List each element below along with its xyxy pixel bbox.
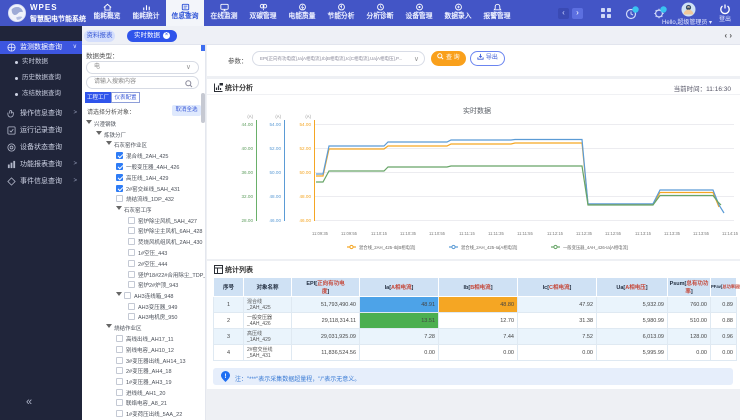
svg-text:28.00: 28.00 bbox=[242, 218, 254, 223]
svg-text:44.00: 44.00 bbox=[242, 122, 254, 127]
svg-text:36.00: 36.00 bbox=[242, 170, 254, 175]
svg-text:11:12:55: 11:12:55 bbox=[605, 231, 622, 236]
svg-text:!: ! bbox=[224, 373, 226, 380]
svg-text:52.00: 52.00 bbox=[270, 146, 282, 151]
svg-text:11:11:55: 11:11:55 bbox=[517, 231, 533, 236]
svg-text:50.00: 50.00 bbox=[270, 170, 282, 175]
svg-text:11:12:35: 11:12:35 bbox=[576, 231, 593, 236]
svg-text:48.00: 48.00 bbox=[300, 194, 312, 199]
svg-text:11:11:15: 11:11:15 bbox=[459, 231, 475, 236]
svg-text:46.00: 46.00 bbox=[270, 218, 282, 223]
svg-text:11:11:35: 11:11:35 bbox=[488, 231, 504, 236]
svg-text:54.00: 54.00 bbox=[300, 122, 312, 127]
svg-text:11:10:15: 11:10:15 bbox=[371, 231, 388, 236]
svg-text:32.00: 32.00 bbox=[242, 194, 254, 199]
svg-text:11:10:35: 11:10:35 bbox=[400, 231, 417, 236]
svg-text:11:10:55: 11:10:55 bbox=[429, 231, 446, 236]
svg-text:52.00: 52.00 bbox=[300, 146, 312, 151]
svg-text:(A): (A) bbox=[247, 114, 253, 119]
svg-text:48.00: 48.00 bbox=[270, 194, 282, 199]
svg-text:(A): (A) bbox=[305, 114, 311, 119]
svg-text:一般变压器_4AH_426-Ia[A相电流]: 一般变压器_4AH_426-Ia[A相电流] bbox=[563, 244, 628, 251]
svg-text:11:13:55: 11:13:55 bbox=[693, 231, 710, 236]
svg-text:11:14:15: 11:14:15 bbox=[722, 231, 739, 236]
svg-text:11:12:15: 11:12:15 bbox=[547, 231, 564, 236]
svg-text:50.00: 50.00 bbox=[300, 170, 312, 175]
svg-text:11:09:55: 11:09:55 bbox=[341, 231, 358, 236]
svg-text:46.00: 46.00 bbox=[300, 218, 312, 223]
svg-text:40.00: 40.00 bbox=[242, 146, 254, 151]
svg-text:实时数据: 实时数据 bbox=[463, 106, 491, 115]
svg-text:11:09:35: 11:09:35 bbox=[312, 231, 329, 236]
svg-text:混合线_2AH_425-Ia[A相电流]: 混合线_2AH_425-Ia[A相电流] bbox=[461, 244, 517, 251]
svg-text:54.00: 54.00 bbox=[270, 122, 282, 127]
svg-text:混合线_2AH_425-Ib[B相电流]: 混合线_2AH_425-Ib[B相电流] bbox=[359, 244, 415, 251]
svg-text:(A): (A) bbox=[275, 114, 281, 119]
svg-text:11:13:35: 11:13:35 bbox=[664, 231, 681, 236]
svg-text:11:13:15: 11:13:15 bbox=[635, 231, 652, 236]
